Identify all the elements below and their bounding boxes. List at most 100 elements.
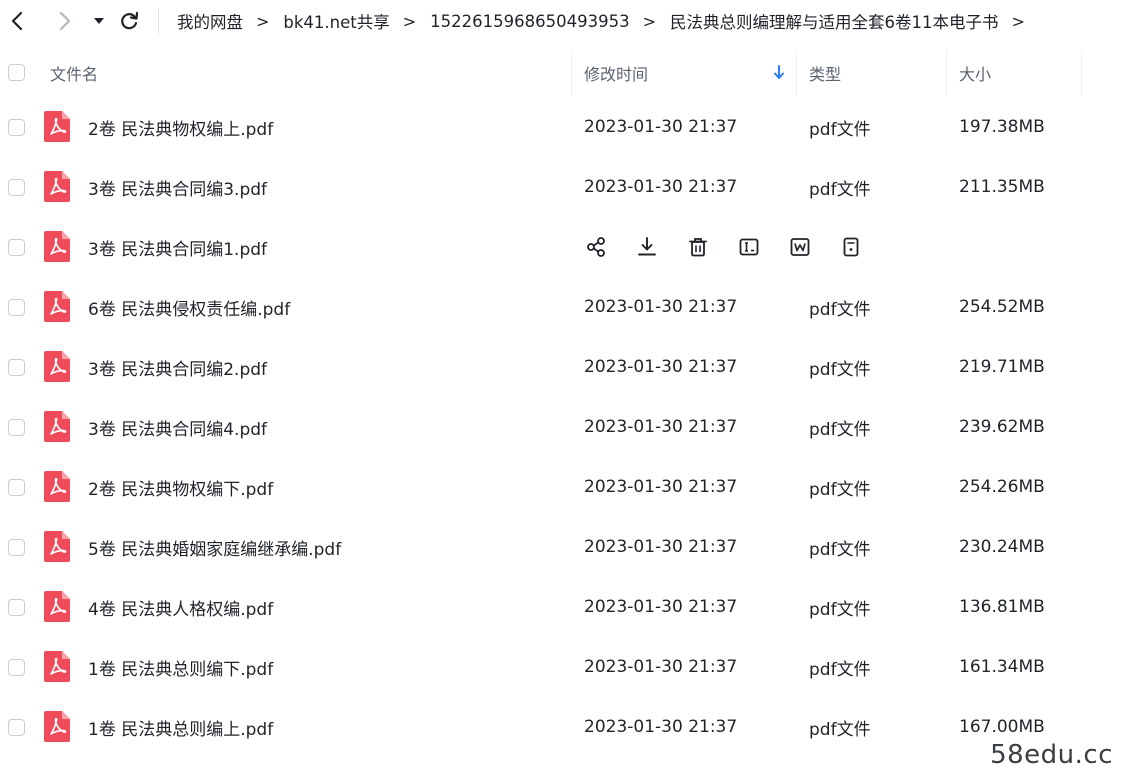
refresh-button[interactable]	[117, 9, 141, 33]
file-name[interactable]: 5卷 民法典婚姻家庭编继承编.pdf	[88, 517, 341, 577]
more-icon	[843, 237, 859, 257]
file-type: pdf文件	[809, 659, 871, 680]
table-row[interactable]: 1卷 民法典总则编上.pdf 2023-01-30 21:37 pdf文件 16…	[0, 697, 1127, 757]
file-modified: 2023-01-30 21:37	[584, 117, 738, 137]
file-name[interactable]: 2卷 民法典物权编上.pdf	[88, 97, 273, 157]
file-size: 161.34MB	[959, 657, 1045, 677]
file-name[interactable]: 3卷 民法典合同编1.pdf	[88, 217, 267, 277]
pdf-file-icon	[44, 291, 70, 322]
table-row[interactable]: 5卷 民法典婚姻家庭编继承编.pdf 2023-01-30 21:37 pdf文…	[0, 517, 1127, 577]
share-button[interactable]	[584, 235, 608, 259]
column-divider[interactable]	[946, 50, 947, 96]
table-row[interactable]: 6卷 民法典侵权责任编.pdf 2023-01-30 21:37 pdf文件 2…	[0, 277, 1127, 337]
row-checkbox[interactable]	[8, 599, 25, 616]
breadcrumb-separator: >	[642, 11, 657, 31]
convert-to-word-button[interactable]	[788, 235, 812, 259]
column-header-name[interactable]: 文件名	[50, 48, 98, 98]
file-size: 197.38MB	[959, 117, 1045, 137]
file-modified: 2023-01-30 21:37	[584, 417, 738, 437]
file-name[interactable]: 6卷 民法典侵权责任编.pdf	[88, 277, 290, 337]
file-type: pdf文件	[809, 299, 871, 320]
column-header-modified[interactable]: 修改时间	[584, 48, 648, 98]
file-type: pdf文件	[809, 359, 871, 380]
pdf-file-icon	[44, 351, 70, 382]
file-size: 136.81MB	[959, 597, 1045, 617]
row-checkbox[interactable]	[8, 419, 25, 436]
file-name[interactable]: 3卷 民法典合同编3.pdf	[88, 157, 267, 217]
caret-down-icon	[94, 18, 104, 24]
table-row[interactable]: 3卷 民法典合同编3.pdf 2023-01-30 21:37 pdf文件 21…	[0, 157, 1127, 217]
breadcrumb-separator[interactable]: >	[1012, 12, 1025, 31]
sort-desc-icon[interactable]	[773, 65, 785, 85]
column-header-size[interactable]: 大小	[959, 48, 991, 98]
file-type: pdf文件	[809, 479, 871, 500]
row-checkbox[interactable]	[8, 719, 25, 736]
more-button[interactable]	[839, 235, 863, 259]
toolbar-divider	[158, 8, 159, 34]
rename-button[interactable]	[737, 235, 761, 259]
table-row[interactable]: 4卷 民法典人格权编.pdf 2023-01-30 21:37 pdf文件 13…	[0, 577, 1127, 637]
file-size: 230.24MB	[959, 537, 1045, 557]
row-checkbox[interactable]	[8, 539, 25, 556]
row-checkbox[interactable]	[8, 179, 25, 196]
pdf-file-icon	[44, 171, 70, 202]
watermark: 58edu.cc	[990, 740, 1113, 770]
row-checkbox[interactable]	[8, 659, 25, 676]
file-modified: 2023-01-30 21:37	[584, 177, 738, 197]
column-divider[interactable]	[1081, 50, 1082, 96]
pdf-file-icon	[44, 591, 70, 622]
file-name[interactable]: 3卷 民法典合同编4.pdf	[88, 397, 267, 457]
refresh-icon	[121, 11, 139, 30]
table-row[interactable]: 2卷 民法典物权编上.pdf 2023-01-30 21:37 pdf文件 19…	[0, 97, 1127, 157]
table-row-hovered[interactable]: 3卷 民法典合同编1.pdf	[0, 217, 1127, 277]
download-icon	[638, 237, 656, 256]
file-modified: 2023-01-30 21:37	[584, 717, 738, 737]
pdf-file-icon	[44, 651, 70, 682]
file-type: pdf文件	[809, 119, 871, 140]
file-name[interactable]: 2卷 民法典物权编下.pdf	[88, 457, 273, 517]
file-type: pdf文件	[809, 539, 871, 560]
forward-button[interactable]	[52, 9, 76, 33]
breadcrumb-item-current[interactable]: 民法典总则编理解与适用全套6卷11本电子书	[670, 9, 999, 33]
file-name[interactable]: 4卷 民法典人格权编.pdf	[88, 577, 273, 637]
back-button[interactable]	[6, 9, 30, 33]
row-checkbox[interactable]	[8, 299, 25, 316]
top-toolbar: 我的网盘 > bk41.net共享 > 1522615968650493953 …	[0, 0, 1127, 42]
file-name[interactable]: 1卷 民法典总则编上.pdf	[88, 697, 273, 757]
file-name[interactable]: 3卷 民法典合同编2.pdf	[88, 337, 267, 397]
file-modified: 2023-01-30 21:37	[584, 597, 738, 617]
chevron-right-icon	[59, 11, 71, 31]
table-row[interactable]: 2卷 民法典物权编下.pdf 2023-01-30 21:37 pdf文件 25…	[0, 457, 1127, 517]
table-row[interactable]: 3卷 民法典合同编2.pdf 2023-01-30 21:37 pdf文件 21…	[0, 337, 1127, 397]
file-type: pdf文件	[809, 179, 871, 200]
pdf-file-icon	[44, 411, 70, 442]
breadcrumb-item[interactable]: bk41.net共享	[283, 9, 389, 33]
breadcrumb-item[interactable]: 1522615968650493953	[430, 12, 629, 31]
row-checkbox[interactable]	[8, 479, 25, 496]
file-size: 254.52MB	[959, 297, 1045, 317]
column-divider[interactable]	[571, 50, 572, 96]
file-modified: 2023-01-30 21:37	[584, 357, 738, 377]
row-checkbox[interactable]	[8, 239, 25, 256]
row-action-bar	[584, 235, 890, 259]
select-all-checkbox[interactable]	[8, 64, 25, 81]
breadcrumb-item[interactable]: 我的网盘	[177, 9, 243, 33]
file-name[interactable]: 1卷 民法典总则编下.pdf	[88, 637, 273, 697]
history-dropdown-button[interactable]	[87, 9, 111, 33]
table-row[interactable]: 3卷 民法典合同编4.pdf 2023-01-30 21:37 pdf文件 23…	[0, 397, 1127, 457]
word-convert-icon	[790, 238, 810, 256]
download-button[interactable]	[635, 235, 659, 259]
file-type: pdf文件	[809, 719, 871, 740]
column-header-type[interactable]: 类型	[809, 48, 841, 98]
pdf-file-icon	[44, 231, 70, 262]
file-modified: 2023-01-30 21:37	[584, 537, 738, 557]
file-modified: 2023-01-30 21:37	[584, 477, 738, 497]
chevron-left-icon	[11, 11, 23, 31]
file-list-header: 文件名 修改时间 类型 大小	[0, 48, 1100, 98]
row-checkbox[interactable]	[8, 359, 25, 376]
table-row[interactable]: 1卷 民法典总则编下.pdf 2023-01-30 21:37 pdf文件 16…	[0, 637, 1127, 697]
column-divider[interactable]	[796, 50, 797, 96]
row-checkbox[interactable]	[8, 119, 25, 136]
delete-button[interactable]	[686, 235, 710, 259]
breadcrumb-separator: >	[256, 11, 270, 31]
